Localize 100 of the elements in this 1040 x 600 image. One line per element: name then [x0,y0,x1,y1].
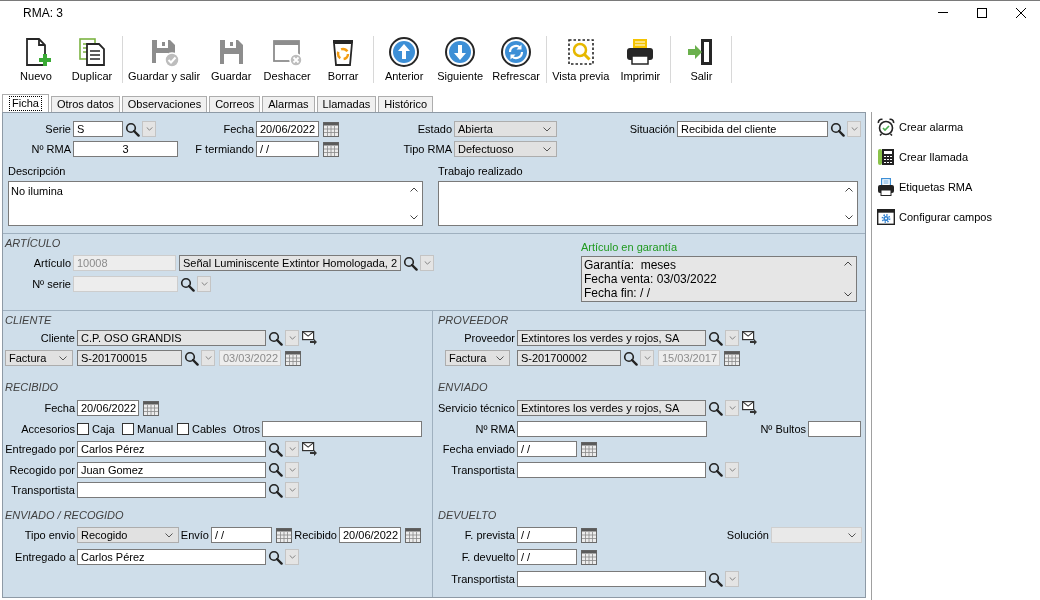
field-label: Cliente [40,331,75,345]
toolbar-button[interactable]: Refrescar [488,24,545,93]
checkbox[interactable] [122,422,134,435]
envelope-icon[interactable] [302,442,317,456]
text-field[interactable] [808,420,861,437]
search-icon[interactable] [268,482,283,498]
caret-icon [543,126,551,132]
date-field[interactable]: / / [517,441,577,457]
search-icon[interactable] [708,400,723,416]
sidebar-action[interactable]: Etiquetas RMA [877,178,973,196]
calendar-icon[interactable] [724,350,740,366]
text-field[interactable]: S-201700002 [517,350,621,366]
search-icon[interactable] [623,350,638,366]
calendar-icon[interactable] [323,121,339,137]
toolbar-button[interactable]: Anterior [376,24,433,93]
printer-icon [877,178,895,196]
tab[interactable]: Histórico [378,96,434,112]
search-icon[interactable] [180,276,195,292]
search-icon[interactable] [268,441,283,457]
calendar-icon[interactable] [405,527,421,543]
search-icon[interactable] [268,549,283,565]
search-icon[interactable] [708,571,723,587]
phone-keypad-icon [877,148,895,166]
text-field[interactable]: S [73,121,123,137]
envelope-icon[interactable] [742,401,757,415]
scroll-down-icon[interactable] [845,215,853,220]
toolbar-button[interactable]: Nuevo [8,24,64,93]
search-icon[interactable] [708,462,723,477]
toolbar-button[interactable]: Imprimir [612,24,669,93]
date-field[interactable]: 20/06/2022 [77,400,139,416]
search-icon[interactable] [268,462,283,477]
checkbox[interactable] [77,422,89,435]
select-field[interactable]: Factura [5,350,73,366]
calendar-icon[interactable] [581,527,597,543]
field-label: Transportista [451,572,515,586]
date-field[interactable]: / / [517,549,577,565]
tab[interactable]: Otros datos [50,96,120,112]
sidebar-action[interactable]: Crear llamada [877,148,969,166]
search-icon[interactable] [268,330,283,346]
toolbar-button[interactable]: Salir [673,24,730,93]
search-icon[interactable] [830,121,845,137]
text-field[interactable]: Señal Luminiscente Extintor Homologada, 2 [179,255,401,271]
text-field[interactable] [517,420,707,437]
text-field[interactable]: Extintores los verdes y rojos, SA [517,400,706,416]
date-field[interactable]: / / [517,527,577,543]
envelope-icon[interactable] [742,331,757,345]
calendar-icon[interactable] [323,141,339,157]
scroll-up-icon[interactable] [845,187,853,192]
tab[interactable]: Ficha [2,94,49,112]
select-field[interactable]: Recogido [77,527,179,543]
date-field[interactable]: / / [211,527,272,543]
toolbar-button[interactable]: Vista previa [549,24,613,93]
scroll-down-icon[interactable] [844,292,852,297]
text-area[interactable]: No ilumina [8,181,423,226]
tab[interactable]: Llamadas [316,96,377,112]
sidebar-action[interactable]: Crear alarma [877,118,964,136]
text-area[interactable] [438,181,858,226]
calendar-icon[interactable] [581,441,597,457]
text-field[interactable]: Carlos Pérez [77,441,266,457]
search-icon[interactable] [708,330,723,346]
toolbar-button[interactable]: Borrar [315,24,372,93]
text-field[interactable] [517,571,706,587]
envelope-icon[interactable] [302,331,317,345]
sidebar-action[interactable]: Configurar campos [877,208,992,226]
toolbar-button[interactable]: Duplicar [64,24,120,93]
select-field[interactable]: Defectuoso [454,141,557,157]
select-field[interactable]: Abierta [454,121,557,137]
scroll-up-icon[interactable] [410,187,418,192]
text-field[interactable]: 3 [73,141,178,157]
date-field[interactable]: 20/06/2022 [339,527,401,543]
tab[interactable]: Alarmas [262,96,315,112]
calendar-icon[interactable] [276,527,292,543]
calendar-icon[interactable] [581,549,597,565]
text-field[interactable]: Extintores los verdes y rojos, SA [517,330,706,346]
caret-icon [496,355,504,361]
text-field[interactable]: Juan Gomez [77,461,266,478]
text-field[interactable]: Recibida del cliente [677,121,828,137]
text-field[interactable] [262,420,422,437]
text-field[interactable]: S-201700015 [77,350,182,366]
text-field[interactable]: Carlos Pérez [77,549,266,565]
text-area[interactable]: Garantía: meses Fecha venta: 03/03/2022 Fecha fin: / / [581,256,857,302]
search-icon[interactable] [125,121,140,137]
text-field[interactable] [517,461,706,478]
scroll-up-icon[interactable] [844,261,852,266]
calendar-icon[interactable] [285,350,301,366]
text-field[interactable]: C.P. OSO GRANDIS [77,330,266,346]
toolbar-button[interactable]: Siguiente [432,24,489,93]
search-icon[interactable] [403,255,418,271]
scroll-down-icon[interactable] [410,215,418,220]
text-field[interactable] [77,482,266,498]
select-field[interactable]: Factura [445,350,510,366]
search-icon[interactable] [184,350,199,366]
date-field[interactable]: / / [256,141,319,157]
date-field[interactable]: 20/06/2022 [256,121,319,137]
checkbox[interactable] [177,422,189,435]
calendar-icon[interactable] [143,400,159,416]
tab[interactable]: Observaciones [121,96,208,112]
caret-icon [200,282,208,286]
tab[interactable]: Correos [209,96,261,112]
caret-icon [288,336,296,340]
